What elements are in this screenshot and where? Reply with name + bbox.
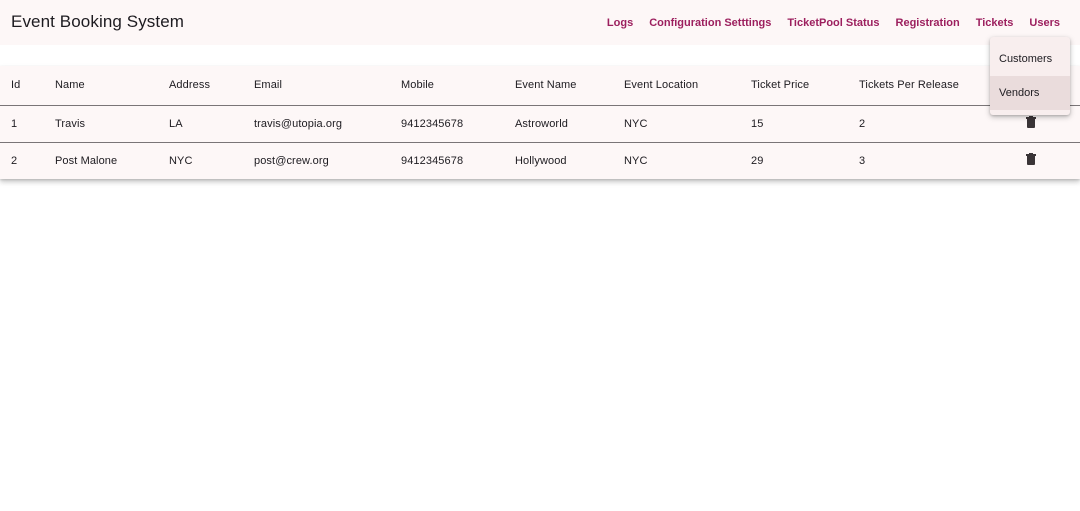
column-header-tickets-per-release: Tickets Per Release [848, 66, 998, 106]
nav-ticketpool-status[interactable]: TicketPool Status [779, 17, 887, 29]
cell-event-location: NYC [624, 154, 648, 167]
column-header-address: Address [158, 66, 243, 106]
cell-email: post@crew.org [254, 154, 329, 167]
cell-email: travis@utopia.org [243, 105, 390, 143]
table-row: 1 Travis LA travis@utopia.org 9412345678… [0, 105, 1080, 143]
cell-mobile: 9412345678 [390, 105, 504, 143]
cell-tickets-per-release: 2 [848, 105, 998, 143]
nav-users[interactable]: Users [1021, 17, 1068, 29]
nav-logs[interactable]: Logs [599, 17, 641, 29]
menu-item-customers[interactable]: Customers [990, 42, 1070, 76]
app-title: Event Booking System [11, 12, 185, 31]
cell-mobile: 9412345678 [401, 154, 464, 167]
table-row: 2 Post Malone NYC post@crew.org 94123456… [0, 142, 1080, 179]
cell-event-name: Hollywood [515, 154, 567, 167]
vendors-table-container: Id Name Address Email Mobile Event Name … [0, 66, 1080, 179]
column-header-event-location: Event Location [613, 66, 740, 106]
cell-name: Travis [44, 105, 158, 143]
column-header-mobile: Mobile [390, 66, 504, 106]
column-header-id: Id [0, 66, 44, 106]
nav-configuration-settings[interactable]: Configuration Setttings [641, 17, 779, 29]
delete-icon[interactable] [1026, 153, 1036, 166]
cell-event-location: NYC [613, 105, 740, 143]
cell-event-name: Astroworld [504, 105, 613, 143]
cell-name: Post Malone [55, 154, 118, 167]
cell-id: 2 [11, 154, 18, 167]
cell-address: NYC [169, 154, 193, 167]
nav-registration[interactable]: Registration [888, 17, 968, 29]
column-header-event-name: Event Name [504, 66, 613, 106]
menu-item-vendors[interactable]: Vendors [990, 76, 1070, 110]
cell-id: 1 [0, 105, 44, 143]
users-dropdown-menu: Customers Vendors [990, 37, 1070, 115]
delete-icon[interactable] [1026, 116, 1036, 128]
top-toolbar: Event Booking System Logs Configuration … [0, 0, 1080, 45]
nav-tickets[interactable]: Tickets [968, 17, 1022, 29]
cell-address: LA [158, 105, 243, 143]
column-header-name: Name [44, 66, 158, 106]
vendors-table: Id Name Address Email Mobile Event Name … [0, 66, 1080, 179]
cell-tickets-per-release: 3 [859, 154, 866, 167]
cell-actions [998, 142, 1080, 179]
column-header-ticket-price: Ticket Price [740, 66, 848, 106]
table-header-row: Id Name Address Email Mobile Event Name … [0, 66, 1080, 106]
column-header-email: Email [243, 66, 390, 106]
cell-ticket-price: 29 [751, 154, 764, 167]
cell-ticket-price: 15 [740, 105, 848, 143]
